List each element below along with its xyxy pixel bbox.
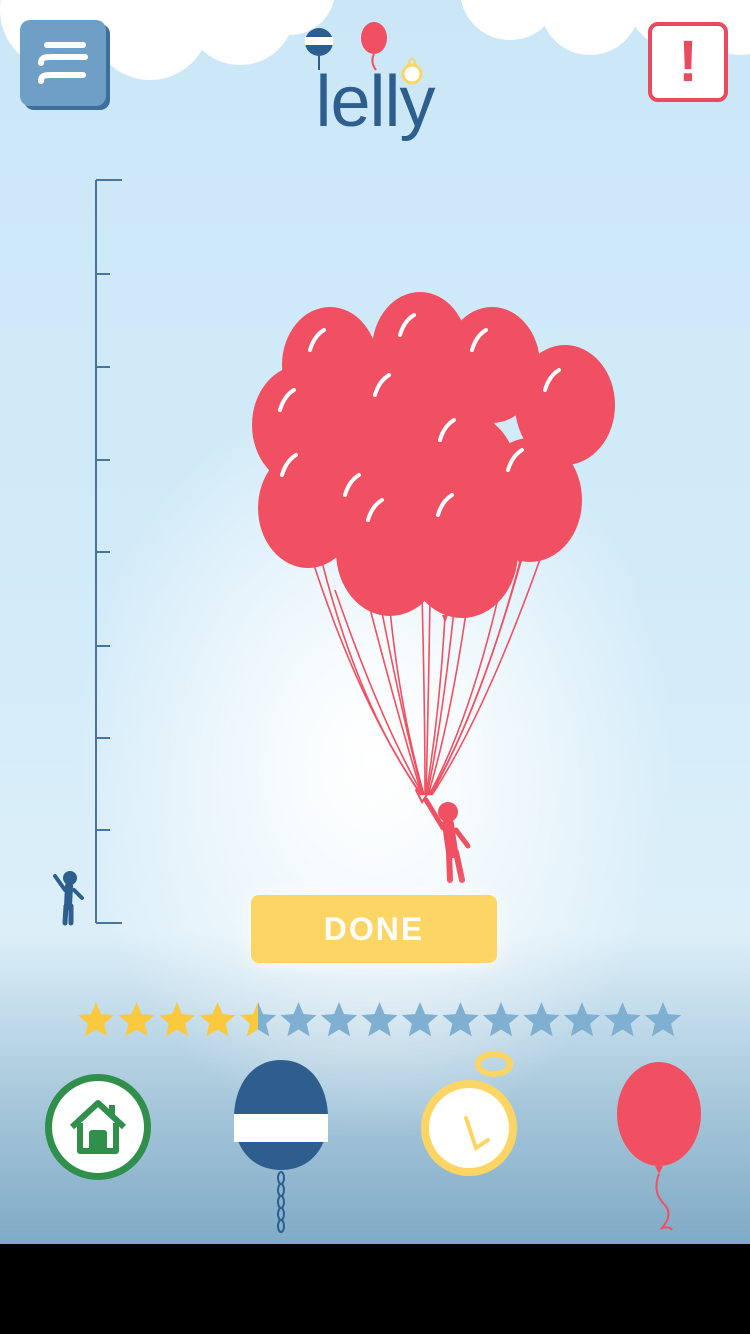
balloon-icon (617, 1062, 701, 1231)
star-empty (280, 1002, 317, 1037)
timer-tool-button[interactable] (414, 1048, 524, 1182)
star-filled (199, 1002, 236, 1037)
buoy-weight-icon (234, 1060, 328, 1233)
star-filled (118, 1002, 155, 1037)
lelly-logo: lelly (300, 18, 450, 158)
star-empty (482, 1002, 520, 1037)
star-empty (604, 1002, 641, 1037)
person-holding-balloons (415, 789, 471, 883)
balloon-tool-button[interactable] (612, 1062, 708, 1232)
logo-text: lelly (315, 62, 435, 142)
star-half (239, 1002, 277, 1037)
alert-button[interactable]: ! (648, 22, 728, 102)
home-button[interactable] (45, 1074, 151, 1180)
menu-icon (38, 42, 88, 84)
balloons (252, 292, 615, 618)
star-empty (401, 1002, 439, 1037)
person-reference-icon (53, 871, 84, 926)
star-rating (77, 1002, 682, 1037)
weight-tool-button[interactable] (230, 1058, 332, 1234)
star-empty (563, 1002, 601, 1037)
done-button[interactable]: DONE (251, 895, 497, 963)
stopwatch-icon (421, 1051, 517, 1176)
star-empty (523, 1002, 560, 1037)
balloon-bunch (252, 292, 615, 883)
height-scale (95, 179, 122, 924)
star-filled (77, 1002, 115, 1037)
star-empty (644, 1002, 682, 1037)
star-filled (158, 1002, 196, 1037)
star-empty (442, 1002, 479, 1037)
home-icon (69, 1100, 127, 1154)
menu-button[interactable] (20, 20, 106, 106)
star-empty (320, 1002, 358, 1037)
star-empty (361, 1002, 398, 1037)
app-screen: lelly ! DONE (0, 0, 750, 1244)
